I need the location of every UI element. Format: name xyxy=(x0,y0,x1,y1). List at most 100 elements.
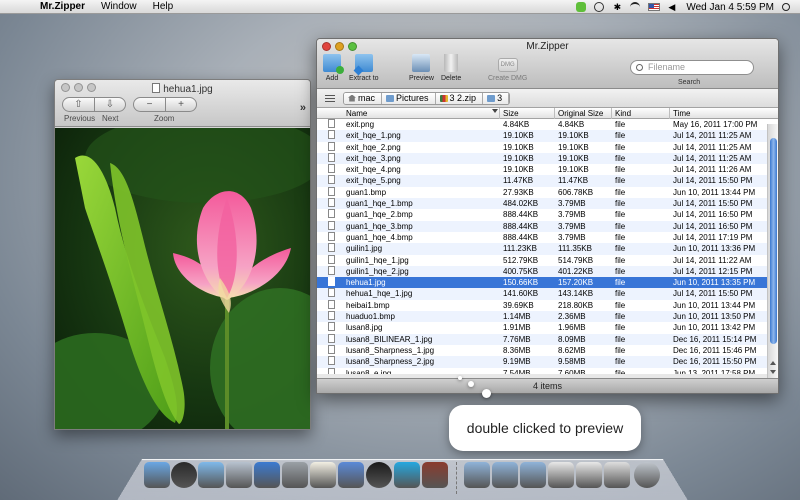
crumb-3[interactable]: 3 xyxy=(483,92,510,104)
mail-stack-icon[interactable] xyxy=(576,462,602,488)
col-original-size[interactable]: Original Size xyxy=(558,109,603,118)
file-original-size: 3.79MB xyxy=(558,232,586,242)
table-row[interactable]: guan1_hqe_4.bmp 888.44KB 3.79MB file Jul 14,… xyxy=(317,231,778,243)
search-input[interactable]: Filename xyxy=(630,60,754,75)
file-time: Jul 14, 2011 16:50 PM xyxy=(673,210,753,220)
column-divider[interactable] xyxy=(669,108,670,119)
previous-button[interactable]: ⇧ xyxy=(63,98,94,111)
col-name[interactable]: Name xyxy=(346,109,367,118)
terminal-icon[interactable] xyxy=(366,462,392,488)
crumb-mac[interactable]: mac xyxy=(344,92,383,104)
extract-folder-icon xyxy=(354,54,373,72)
downloads-stack-icon[interactable] xyxy=(520,462,546,488)
itunes-icon[interactable] xyxy=(254,462,280,488)
finder-icon[interactable] xyxy=(144,462,170,488)
table-row[interactable]: lusan8_e.jpg 7.54MB 7.60MB file Jun 13, 2011… xyxy=(317,367,778,374)
scroll-up-arrow-icon[interactable] xyxy=(770,361,776,365)
file-time: May 16, 2011 17:00 PM xyxy=(673,120,758,129)
app-menu[interactable]: Mr.Zipper xyxy=(40,1,85,12)
file-name: lusan8_Sharpness_1.jpg xyxy=(346,345,435,355)
col-kind[interactable]: Kind xyxy=(615,109,631,118)
file-name: lusan8_BILINEAR_1.jpg xyxy=(346,334,433,344)
add-button[interactable]: Add xyxy=(323,54,344,82)
table-row[interactable]: exit_hqe_4.png 19.10KB 19.10KB file Jul 14, … xyxy=(317,164,778,175)
applications-stack-icon[interactable] xyxy=(464,462,490,488)
column-divider[interactable] xyxy=(499,108,500,119)
spotlight-icon[interactable] xyxy=(782,3,790,11)
xcode-icon[interactable] xyxy=(338,462,364,488)
table-row[interactable]: exit_hqe_1.png 19.10KB 19.10KB file Jul 14, … xyxy=(317,130,778,142)
photos-icon[interactable] xyxy=(226,462,252,488)
file-icon xyxy=(328,164,335,174)
crumb-pictures[interactable]: Pictures xyxy=(382,92,436,104)
preview-button[interactable]: Preview xyxy=(409,54,434,82)
table-row[interactable]: guan1_hqe_3.bmp 888.44KB 3.79MB file Jul 14,… xyxy=(317,220,778,232)
table-row[interactable]: exit_hqe_5.png 11.47KB 11.47KB file Jul 14, … xyxy=(317,175,778,187)
zoom-in-button[interactable]: + xyxy=(165,98,196,111)
create-dmg-button[interactable]: DMG Create DMG xyxy=(488,54,527,82)
table-row[interactable]: exit_hqe_2.png 19.10KB 19.10KB file Jul 14, … xyxy=(317,141,778,153)
screenshot-stack-icon[interactable] xyxy=(604,462,630,488)
system-preferences-icon[interactable] xyxy=(282,462,308,488)
preview-stack-icon[interactable] xyxy=(548,462,574,488)
column-divider[interactable] xyxy=(611,108,612,119)
file-size: 11.47KB xyxy=(503,176,534,186)
table-row[interactable]: guan1_hqe_2.bmp 888.44KB 3.79MB file Jul 14,… xyxy=(317,209,778,220)
table-row[interactable]: guilin1.jpg 111.23KB 111.35KB file Jun 10, 2… xyxy=(317,243,778,255)
status-app-icon[interactable] xyxy=(576,2,587,12)
file-original-size: 19.10KB xyxy=(558,142,589,152)
vertical-scrollbar[interactable] xyxy=(767,124,778,379)
table-row[interactable]: hehua1.jpg 150.66KB 157.20KB file Jun 10, 20… xyxy=(317,277,778,289)
table-row[interactable]: hehua1_hqe_1.jpg 141.60KB 143.14KB file Jul … xyxy=(317,288,778,300)
winrar-icon[interactable] xyxy=(422,462,448,488)
table-row[interactable]: lusan8.jpg 1.91MB 1.96MB file Jun 10, 2011 1… xyxy=(317,322,778,333)
skype-icon[interactable] xyxy=(394,462,420,488)
scroll-thumb[interactable] xyxy=(770,138,777,344)
file-size: 8.36MB xyxy=(503,345,531,355)
column-divider[interactable] xyxy=(554,108,555,119)
document-icon xyxy=(152,83,161,93)
table-row[interactable]: heibai1.bmp 39.69KB 218.80KB file Jun 10, 20… xyxy=(317,299,778,311)
file-original-size: 218.80KB xyxy=(558,300,594,310)
table-row[interactable]: lusan8_BILINEAR_1.jpg 7.76MB 8.09MB file Dec… xyxy=(317,333,778,345)
toolbar-overflow-button[interactable]: » xyxy=(300,102,306,114)
col-time[interactable]: Time xyxy=(673,109,690,118)
table-row[interactable]: guilin1_hqe_2.jpg 400.75KB 401.22KB file Jul… xyxy=(317,265,778,278)
dashboard-icon[interactable] xyxy=(171,462,197,488)
list-menu-icon[interactable] xyxy=(325,94,335,102)
col-size[interactable]: Size xyxy=(503,109,519,118)
extract-button[interactable]: Extract to xyxy=(349,54,379,82)
trash-icon[interactable] xyxy=(634,462,660,488)
help-menu[interactable]: Help xyxy=(153,1,174,12)
file-icon xyxy=(328,152,335,162)
file-original-size: 3.79MB xyxy=(558,199,586,209)
volume-icon[interactable]: ◀ xyxy=(668,2,678,12)
textedit-icon[interactable] xyxy=(310,462,336,488)
file-name: exit_hqe_2.png xyxy=(346,142,401,152)
zoom-segment: − + xyxy=(133,97,197,112)
time-machine-icon[interactable] xyxy=(594,2,605,12)
menu-clock[interactable]: Wed Jan 4 5:59 PM xyxy=(686,2,774,13)
sort-arrow-icon xyxy=(492,109,498,113)
next-button[interactable]: ⇩ xyxy=(94,98,125,111)
input-flag-icon[interactable] xyxy=(648,3,661,11)
wifi-icon[interactable] xyxy=(630,2,641,12)
table-row[interactable]: lusan8_Sharpness_2.jpg 9.19MB 9.58MB file De… xyxy=(317,356,778,368)
documents-stack-icon[interactable] xyxy=(492,462,518,488)
bluetooth-icon[interactable]: ✱ xyxy=(612,2,622,12)
table-row[interactable]: lusan8_Sharpness_1.jpg 8.36MB 8.62MB file De… xyxy=(317,344,778,356)
table-row[interactable]: guan1_hqe_1.bmp 484.02KB 3.79MB file Jul 14,… xyxy=(317,198,778,210)
file-size: 1.14MB xyxy=(503,312,531,322)
delete-button[interactable]: Delete xyxy=(441,54,461,82)
scroll-down-arrow-icon[interactable] xyxy=(770,370,776,374)
crumb-zip[interactable]: 3 2.zip xyxy=(435,92,484,104)
table-row[interactable]: exit_hqe_3.png 19.10KB 19.10KB file Jul 14, … xyxy=(317,152,778,165)
window-menu[interactable]: Window xyxy=(101,1,137,12)
table-row[interactable]: exit.png 4.84KB 4.84KB file May 16, 2011 17:… xyxy=(317,119,778,130)
zoom-out-button[interactable]: − xyxy=(134,98,165,111)
table-row[interactable]: guilin1_hqe_1.jpg 512.79KB 514.79KB file Jul… xyxy=(317,254,778,266)
table-row[interactable]: huaduo1.bmp 1.14MB 2.36MB file Jun 10, 2011 … xyxy=(317,311,778,323)
safari-icon[interactable] xyxy=(198,462,224,488)
file-original-size: 157.20KB xyxy=(558,278,594,288)
table-row[interactable]: guan1.bmp 27.93KB 606.78KB file Jun 10, 2011… xyxy=(317,186,778,198)
